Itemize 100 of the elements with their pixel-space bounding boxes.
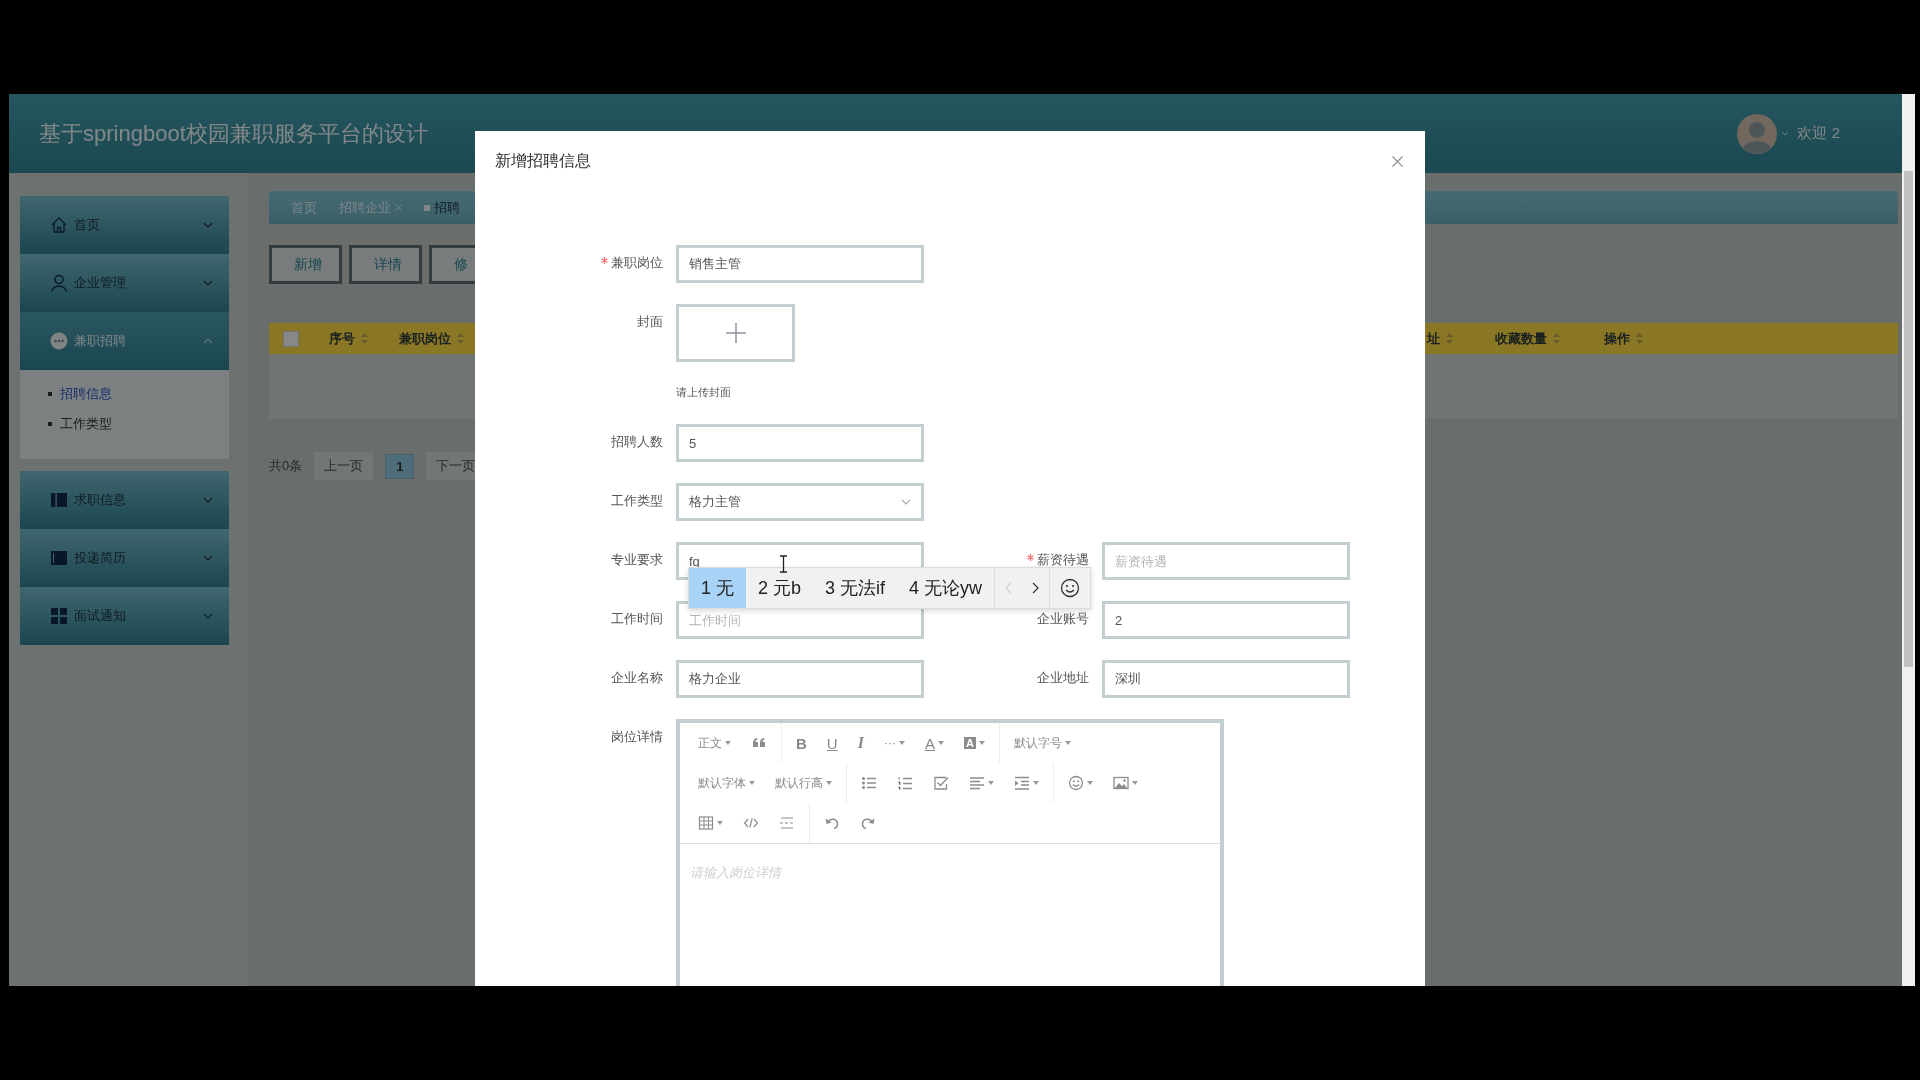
image-icon: [1113, 775, 1129, 791]
total-count: 共0条: [269, 457, 303, 475]
action-button[interactable]: 详情: [349, 245, 422, 284]
dialog-title: 新增招聘信息: [495, 150, 591, 171]
chevron-icon: [203, 497, 213, 503]
field-label: 企业名称: [611, 669, 663, 687]
sidebar-menu-item[interactable]: 面试通知: [20, 587, 229, 645]
action-button[interactable]: 新增: [269, 245, 342, 284]
chat-bubble-icon: [50, 332, 68, 350]
book-icon: [50, 549, 68, 567]
caret-icon: [898, 741, 905, 745]
sort-icon[interactable]: [1553, 333, 1560, 344]
input-field[interactable]: 深圳: [1102, 660, 1350, 698]
indent-icon: [1014, 775, 1030, 791]
undo-icon: [824, 815, 840, 831]
grid-icon: [50, 607, 68, 625]
sort-icon[interactable]: [457, 333, 464, 344]
column-header: 址: [1427, 329, 1440, 348]
column-header: 收藏数量: [1495, 329, 1547, 348]
chevron-icon: [203, 613, 213, 619]
font-color-button[interactable]: A: [914, 728, 954, 758]
welcome-text[interactable]: 欢迎 2: [1797, 124, 1840, 143]
caret-icon: [725, 741, 731, 745]
sort-icon[interactable]: [1446, 333, 1453, 344]
checkbox-list-icon: [933, 775, 949, 791]
bullet-icon: [48, 392, 52, 396]
sidebar-menu-item[interactable]: 求职信息: [20, 471, 229, 529]
field-label: 专业要求: [611, 551, 663, 569]
text-cursor-icon: [779, 555, 788, 573]
field-label: 招聘人数: [611, 433, 663, 451]
underline-button[interactable]: U: [816, 728, 848, 758]
field-label: 工作类型: [611, 492, 663, 510]
chevron-left-icon: [1005, 582, 1013, 594]
bold-button[interactable]: B: [786, 728, 817, 758]
page-tab[interactable]: 招聘: [434, 198, 460, 217]
caret-icon[interactable]: [1781, 131, 1790, 136]
format-dropdown[interactable]: 正文: [688, 728, 741, 758]
column-header: 序号: [329, 329, 355, 348]
smiley-icon: [1060, 578, 1081, 598]
page-number-button[interactable]: 1: [385, 453, 415, 479]
column-header: 兼职岗位: [399, 329, 451, 348]
input-field[interactable]: 销售主管: [676, 245, 924, 283]
plus-icon: [725, 323, 746, 343]
field-label: 封面: [637, 313, 663, 331]
sidebar-menu-item[interactable]: 兼职招聘: [20, 312, 229, 370]
submenu-item[interactable]: 工作类型: [60, 409, 112, 439]
chevron-icon: [203, 338, 213, 344]
field-label: 兼职岗位: [611, 254, 663, 272]
column-header: 操作: [1604, 329, 1630, 348]
input-field[interactable]: 2: [1102, 601, 1350, 639]
select-field[interactable]: 格力主管: [676, 483, 924, 521]
user-icon: [50, 274, 68, 292]
format-dropdown[interactable]: 默认字号: [1003, 728, 1081, 758]
close-icon[interactable]: [1392, 155, 1403, 167]
input-field[interactable]: 格力企业: [676, 660, 924, 698]
caret-icon: [988, 781, 994, 785]
caret-icon: [1033, 781, 1039, 785]
sort-icon[interactable]: [1636, 333, 1643, 344]
chevron-icon: [901, 499, 911, 505]
sidebar-menu-item[interactable]: 企业管理: [20, 254, 229, 312]
book-icon: [50, 491, 68, 509]
scrollbar[interactable]: [1902, 94, 1915, 986]
sort-icon[interactable]: [361, 333, 368, 344]
chevron-right-icon: [1032, 582, 1040, 594]
divider-line-icon: [779, 815, 795, 831]
checkbox[interactable]: [283, 330, 299, 347]
italic-button[interactable]: I: [847, 728, 874, 758]
smiley-icon: [1068, 775, 1084, 791]
format-dropdown[interactable]: 默认字体: [688, 768, 765, 798]
caret-icon: [826, 781, 832, 785]
field-label: 薪资待遇: [1037, 551, 1089, 569]
bullet-icon: [48, 422, 52, 426]
caret-icon: [1132, 781, 1138, 785]
chevron-icon: [203, 555, 213, 561]
candidate[interactable]: 1 无: [689, 568, 746, 608]
avatar[interactable]: [1737, 113, 1778, 154]
caret-icon: [1087, 781, 1093, 785]
submenu-item[interactable]: 招聘信息: [60, 379, 112, 409]
more-styles-button[interactable]: ···: [873, 728, 915, 758]
redo-icon: [860, 815, 876, 831]
caret-icon: [717, 821, 723, 825]
numbered-list-icon: [897, 775, 913, 791]
field-label: 工作时间: [611, 610, 663, 628]
chevron-icon: [203, 222, 213, 228]
caret-icon: [749, 781, 755, 785]
upload-box[interactable]: [676, 304, 795, 362]
field-label: 岗位详情: [611, 728, 663, 746]
home-icon: [50, 216, 68, 234]
chevron-icon: [203, 280, 213, 286]
upload-hint: 请上传封面: [676, 385, 732, 400]
bulleted-list-icon: [861, 775, 877, 791]
caret-icon: [937, 741, 944, 745]
field-label: 企业地址: [1037, 669, 1089, 687]
input-field[interactable]: 薪资待遇: [1102, 542, 1350, 580]
input-field[interactable]: 5: [676, 424, 924, 462]
format-dropdown[interactable]: 默认行高: [765, 768, 842, 798]
site-title: 基于springboot校园兼职服务平台的设计: [39, 119, 429, 148]
background-color-button[interactable]: A: [953, 728, 995, 758]
table-icon: [698, 815, 714, 831]
field-label: 企业账号: [1037, 610, 1089, 628]
